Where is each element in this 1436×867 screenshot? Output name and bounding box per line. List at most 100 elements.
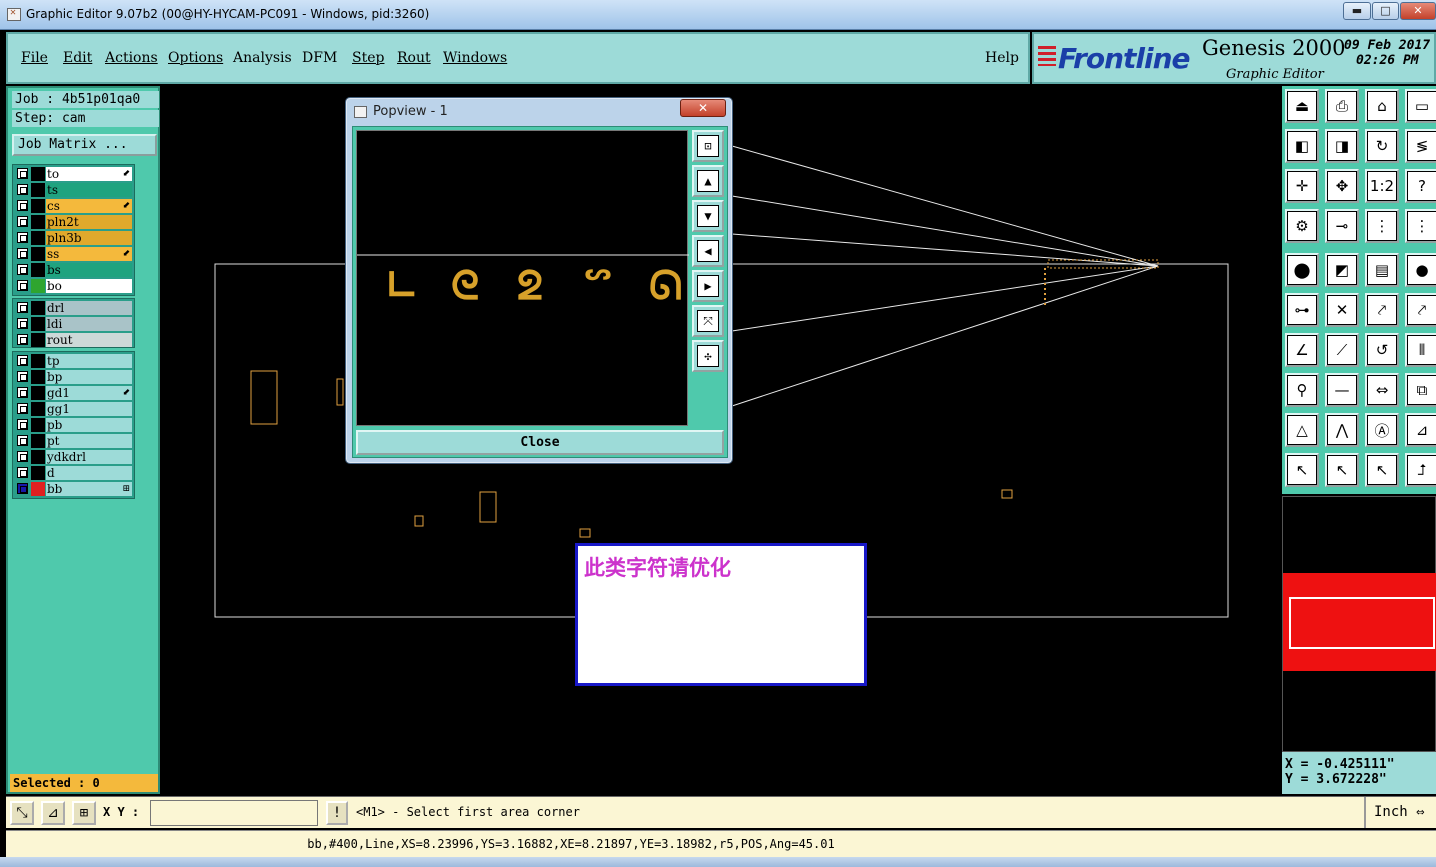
layer-row-pb[interactable]: pb [15, 418, 134, 432]
layer-name[interactable]: pb [46, 418, 132, 432]
line-tool-button[interactable]: ⟋ [1325, 333, 1359, 367]
popview-close-x-button[interactable]: ✕ [680, 99, 726, 117]
maximize-button[interactable]: □ [1372, 2, 1399, 20]
layer-name[interactable]: ydkdrl [46, 450, 132, 464]
net-2-tool-button[interactable]: ⋮ [1405, 209, 1436, 243]
pv-pan-right-button[interactable]: ▶ [692, 270, 724, 302]
help-tool-button[interactable]: ? [1405, 169, 1436, 203]
pv-pan-down-button[interactable]: ▼ [692, 200, 724, 232]
frame-tool-button[interactable]: ▭ [1405, 89, 1436, 123]
layer-checkbox[interactable] [17, 371, 28, 382]
menu-windows[interactable]: Windows [443, 50, 507, 66]
layer-name[interactable]: d [46, 466, 132, 480]
pv-pan-up-button[interactable]: ▲ [692, 165, 724, 197]
layer-row-d[interactable]: d [15, 466, 134, 480]
layer-checkbox[interactable] [17, 168, 28, 179]
copy-tool-button[interactable]: ⧉ [1405, 373, 1436, 407]
layer-name[interactable]: pt [46, 434, 132, 448]
layer-row-ldi[interactable]: ldi [15, 317, 134, 331]
layer-checkbox[interactable] [17, 419, 28, 430]
distance-tool-button[interactable]: ⇔ [1365, 373, 1399, 407]
ruler-tool-button[interactable]: ▤ [1365, 253, 1399, 287]
layer-row-bs[interactable]: bs [15, 263, 134, 277]
layer-row-pln2t[interactable]: pln2t [15, 215, 134, 229]
layer-checkbox[interactable] [17, 435, 28, 446]
layer-name[interactable]: rout [46, 333, 132, 347]
pv-pan-left-button[interactable]: ◀ [692, 235, 724, 267]
layer-row-tp[interactable]: tp [15, 354, 134, 368]
zoom-home-tool-button[interactable]: ⏏ [1285, 89, 1319, 123]
layer-checkbox[interactable] [17, 318, 28, 329]
popview-canvas[interactable]: ∟ ᘓ ᘖ ᔥ ᘏ [356, 130, 689, 426]
layer-checkbox[interactable] [17, 200, 28, 211]
scale-tool-button[interactable]: 1:2 [1365, 169, 1399, 203]
arc-tool-button[interactable]: ↺ [1365, 333, 1399, 367]
job-matrix-button[interactable]: Job Matrix ... [12, 134, 157, 156]
layer-row-ydkdrl[interactable]: ydkdrl [15, 450, 134, 464]
layer-checkbox[interactable] [17, 264, 28, 275]
slope-tool-button[interactable]: ⊿ [1405, 413, 1436, 447]
xy-input[interactable] [150, 800, 318, 826]
layer-name[interactable]: bs [46, 263, 132, 277]
snap-icon[interactable]: ⤡ [10, 801, 34, 825]
layer-name[interactable]: ss ⬋ [46, 247, 132, 261]
layer-row-gg1[interactable]: gg1 [15, 402, 134, 416]
redraw-tool-button[interactable]: ↻ [1365, 129, 1399, 163]
layer-checkbox[interactable] [17, 280, 28, 291]
layer-name[interactable]: cs ⬋ [46, 199, 132, 213]
select-2-tool-button[interactable]: ↖ [1325, 453, 1359, 487]
measure-tool-button[interactable]: ⊸ [1325, 209, 1359, 243]
move-2-tool-button[interactable]: ⤤ [1405, 293, 1436, 327]
layer-row-ss[interactable]: ss ⬋ [15, 247, 134, 261]
move-tool-button[interactable]: ⤤ [1365, 293, 1399, 327]
select-4-tool-button[interactable]: ⮥ [1405, 453, 1436, 487]
layer-checkbox[interactable] [17, 232, 28, 243]
pad-tool-button[interactable]: ⬤ [1285, 253, 1319, 287]
layer-row-bp[interactable]: bp [15, 370, 134, 384]
net-tool-button[interactable]: ⋮ [1365, 209, 1399, 243]
layer-checkbox[interactable] [17, 355, 28, 366]
exclaim-button[interactable]: ! [326, 801, 348, 825]
pv-zoom-out-button[interactable]: ✣ [692, 340, 724, 372]
minimize-button[interactable]: ▬ [1343, 2, 1371, 20]
layer-name[interactable]: gd1 ⬋ [46, 386, 132, 400]
layer-checkbox[interactable] [17, 403, 28, 414]
connect-tool-button[interactable]: ⊶ [1285, 293, 1319, 327]
layer-name[interactable]: pln2t [46, 215, 132, 229]
mirror-tool-button[interactable]: ≶ [1405, 129, 1436, 163]
units-selector[interactable]: Inch ⇔ [1364, 797, 1436, 828]
layer-name[interactable]: gg1 [46, 402, 132, 416]
menu-help[interactable]: Help [985, 50, 1019, 66]
layer-row-rout[interactable]: rout [15, 333, 134, 347]
layer-checkbox[interactable] [17, 387, 28, 398]
grid-icon[interactable]: ⊞ [72, 801, 96, 825]
menu-step[interactable]: Step [352, 50, 384, 66]
popview-window[interactable]: Popview - 1 ✕ ∟ ᘓ ᘖ ᔥ ᘏ ⊡ ▲ ▼ ◀ ▶ ⤧ ✣ Close [345, 97, 733, 464]
menu-file[interactable]: File [21, 50, 48, 66]
layer-name[interactable]: drl [46, 301, 132, 315]
menu-edit[interactable]: Edit [63, 50, 92, 66]
menu-rout[interactable]: Rout [397, 50, 431, 66]
measure-icon[interactable]: ⊿ [41, 801, 65, 825]
menu-actions[interactable]: Actions [105, 50, 158, 66]
pan-right-tool-button[interactable]: ◨ [1325, 129, 1359, 163]
layer-checkbox[interactable] [17, 302, 28, 313]
split-tool-button[interactable]: ⫴ [1405, 333, 1436, 367]
center-tool-button[interactable]: ✥ [1325, 169, 1359, 203]
layer-row-bo[interactable]: bo [15, 279, 134, 293]
pan-left-tool-button[interactable]: ◧ [1285, 129, 1319, 163]
select-3-tool-button[interactable]: ↖ [1365, 453, 1399, 487]
layer-row-to[interactable]: to ⬋ [15, 167, 134, 181]
layer-name[interactable]: bb ⊞ [46, 482, 132, 496]
layer-checkbox[interactable] [17, 184, 28, 195]
layer-checkbox[interactable] [17, 467, 28, 478]
select-tool-button[interactable]: ↖ [1285, 453, 1319, 487]
layer-row-ts[interactable]: ts [15, 183, 134, 197]
menu-options[interactable]: Options [168, 50, 223, 66]
tools-tool-button[interactable]: ⚙ [1285, 209, 1319, 243]
feature-tool-button[interactable]: ◩ [1325, 253, 1359, 287]
menu-dfm[interactable]: DFM [302, 50, 337, 66]
zoom-window-tool-button[interactable]: ⎙ [1325, 89, 1359, 123]
layer-name[interactable]: to ⬋ [46, 167, 132, 181]
layer-checkbox[interactable] [17, 334, 28, 345]
